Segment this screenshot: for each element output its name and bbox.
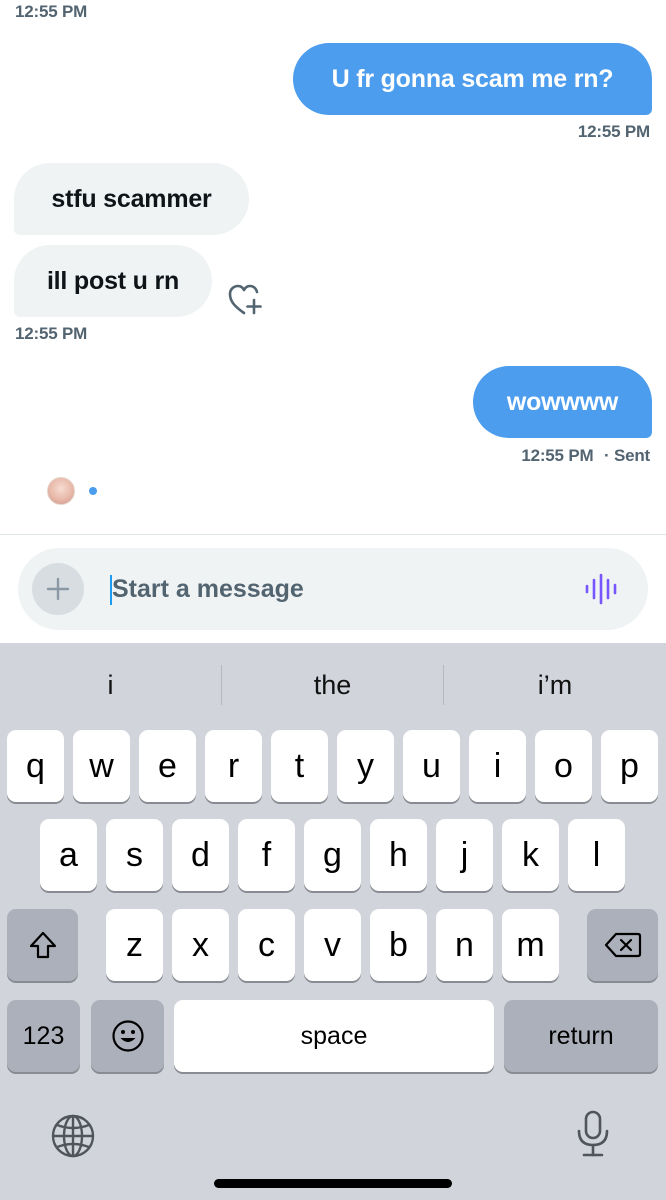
voice-waveform-icon[interactable]	[584, 573, 618, 605]
return-key[interactable]: return	[504, 1000, 658, 1072]
key-f[interactable]: f	[238, 819, 295, 891]
microphone-icon[interactable]	[575, 1109, 611, 1159]
key-j[interactable]: j	[436, 819, 493, 891]
keyboard: i the i’m q w e r t y u i o p a s d f g …	[0, 643, 666, 1200]
seen-indicator-dot	[89, 487, 97, 495]
heart-plus-icon[interactable]	[227, 282, 263, 316]
emoji-key[interactable]	[91, 1000, 164, 1072]
key-m[interactable]: m	[502, 909, 559, 981]
delete-key[interactable]	[587, 909, 658, 981]
key-y[interactable]: y	[337, 730, 394, 802]
backspace-icon	[604, 932, 641, 958]
key-w[interactable]: w	[73, 730, 130, 802]
message-composer	[18, 548, 648, 630]
key-i[interactable]: i	[469, 730, 526, 802]
shift-key[interactable]	[7, 909, 78, 981]
key-p[interactable]: p	[601, 730, 658, 802]
key-g[interactable]: g	[304, 819, 361, 891]
key-n[interactable]: n	[436, 909, 493, 981]
message-timestamp: 12:55 PM	[15, 324, 88, 343]
suggestion-item[interactable]: i	[0, 643, 221, 727]
emoji-icon	[111, 1020, 144, 1052]
home-indicator	[214, 1179, 452, 1188]
message-timestamp: 12:55 PM	[577, 122, 650, 141]
outgoing-message-bubble[interactable]: U fr gonna scam me rn?	[293, 43, 652, 115]
key-a[interactable]: a	[40, 819, 97, 891]
key-o[interactable]: o	[535, 730, 592, 802]
suggestion-item[interactable]: the	[222, 643, 443, 727]
outgoing-message-bubble[interactable]: wowwww	[473, 366, 652, 438]
key-c[interactable]: c	[238, 909, 295, 981]
avatar[interactable]	[47, 477, 75, 505]
add-media-button[interactable]	[32, 563, 84, 615]
space-key[interactable]: space	[174, 1000, 494, 1072]
message-timestamp: 12:55 PM	[15, 2, 88, 21]
key-l[interactable]: l	[568, 819, 625, 891]
message-timestamp: 12:55 PM	[521, 446, 594, 465]
key-u[interactable]: u	[403, 730, 460, 802]
globe-icon[interactable]	[50, 1113, 96, 1159]
plus-icon	[46, 577, 70, 601]
key-k[interactable]: k	[502, 819, 559, 891]
incoming-message-bubble[interactable]: stfu scammer	[14, 163, 249, 235]
key-r[interactable]: r	[205, 730, 262, 802]
key-v[interactable]: v	[304, 909, 361, 981]
incoming-message-bubble[interactable]: ill post u rn	[14, 245, 212, 317]
key-s[interactable]: s	[106, 819, 163, 891]
key-e[interactable]: e	[139, 730, 196, 802]
key-h[interactable]: h	[370, 819, 427, 891]
key-t[interactable]: t	[271, 730, 328, 802]
suggestion-item[interactable]: i’m	[444, 643, 666, 727]
divider	[0, 534, 666, 535]
key-z[interactable]: z	[106, 909, 163, 981]
key-x[interactable]: x	[172, 909, 229, 981]
sent-status: · Sent	[603, 446, 650, 465]
message-status-row: 12:55 PM · Sent	[521, 446, 650, 466]
shift-arrow-icon	[29, 931, 56, 959]
numbers-key[interactable]: 123	[7, 1000, 80, 1072]
key-q[interactable]: q	[7, 730, 64, 802]
message-input[interactable]	[112, 566, 552, 612]
key-b[interactable]: b	[370, 909, 427, 981]
key-d[interactable]: d	[172, 819, 229, 891]
